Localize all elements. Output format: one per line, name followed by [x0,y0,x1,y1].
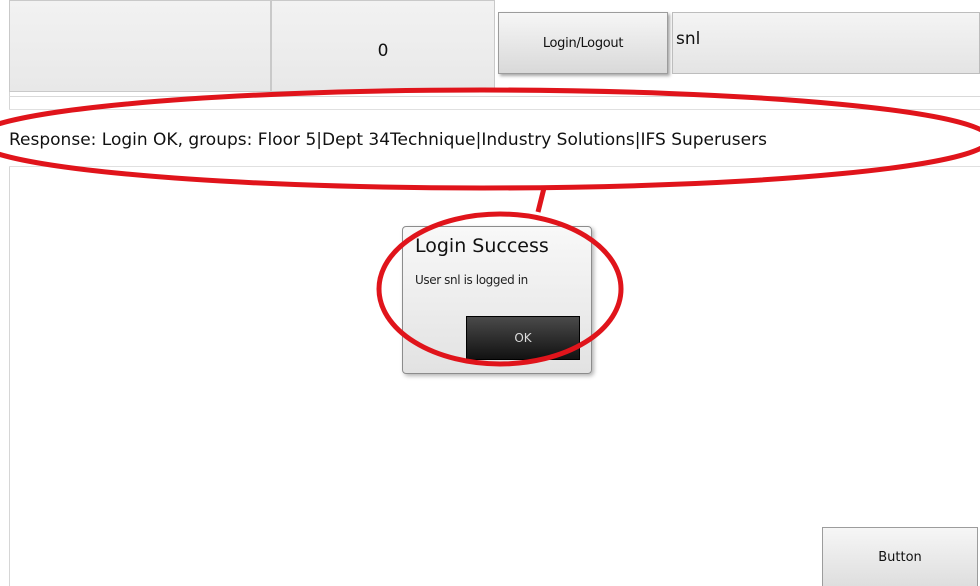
ok-button[interactable]: OK [466,316,580,360]
login-success-dialog: Login Success User snl is logged in OK [402,226,592,374]
username-field[interactable]: snl [672,12,980,74]
annotation-connector [535,187,547,213]
counter-cell: 0 [271,0,495,92]
counter-value: 0 [377,41,389,61]
header-divider [9,96,980,97]
login-logout-button[interactable]: Login/Logout [498,12,668,74]
dialog-title: Login Success [415,235,549,257]
generic-button[interactable]: Button [822,527,978,586]
dialog-message: User snl is logged in [415,273,528,287]
toolbar-empty-cell [9,0,271,92]
response-text: Response: Login OK, groups: Floor 5|Dept… [9,109,980,167]
